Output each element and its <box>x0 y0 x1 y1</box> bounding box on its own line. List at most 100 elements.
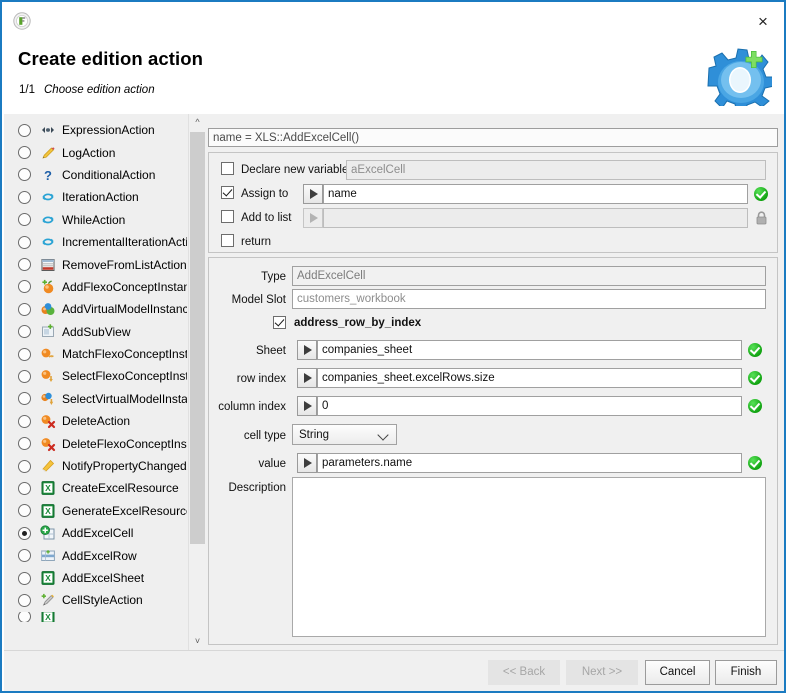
expression-icon <box>40 122 57 138</box>
add-to-list-checkbox[interactable] <box>221 210 234 226</box>
list-item[interactable]: CellStyleAction <box>4 589 187 611</box>
declare-new-variable-checkbox[interactable] <box>221 162 234 178</box>
model-slot-label: Model Slot <box>231 294 286 306</box>
value-binding-button[interactable] <box>297 453 317 473</box>
radio-unselected[interactable] <box>18 190 31 204</box>
orange-ball-delete-icon <box>40 413 57 429</box>
radio-unselected[interactable] <box>18 325 31 339</box>
declare-new-variable-input[interactable]: aExcelCell <box>346 160 766 180</box>
cell-type-select[interactable]: String <box>292 424 397 445</box>
list-item[interactable]: X CreateExcelResource <box>4 477 187 499</box>
list-item-label: DeleteFlexoConceptInstance <box>62 436 187 451</box>
orange-ball-delete-icon <box>40 436 57 452</box>
radio-unselected[interactable] <box>18 235 31 249</box>
excel-cell-plus-icon <box>40 525 57 541</box>
assign-to-binding-button[interactable] <box>303 184 323 204</box>
wizard-step-caption: Choose edition action <box>44 84 155 96</box>
radio-unselected[interactable] <box>18 123 31 137</box>
assign-to-checkbox[interactable] <box>221 186 234 202</box>
description-textarea[interactable] <box>292 477 766 637</box>
list-item[interactable]: IterationAction <box>4 186 187 208</box>
column-index-binding-button[interactable] <box>297 396 317 416</box>
list-item[interactable]: AddVirtualModelInstance <box>4 298 187 320</box>
column-index-input[interactable]: 0 <box>317 396 742 416</box>
row-index-input[interactable]: companies_sheet.excelRows.size <box>317 368 742 388</box>
dialog-header: Create edition action 1/1 Choose edition … <box>4 4 784 115</box>
radio-unselected[interactable] <box>18 213 31 227</box>
list-item[interactable]: AddSubView <box>4 321 187 343</box>
address-row-by-index-checkbox[interactable] <box>273 316 286 332</box>
list-item-label: SelectVirtualModelInstance <box>62 391 187 406</box>
radio-unselected[interactable] <box>18 504 31 518</box>
signature-field[interactable]: name = XLS::AddExcelCell() <box>208 128 778 147</box>
list-item[interactable]: LogAction <box>4 141 187 163</box>
list-item[interactable]: AddExcelCell <box>4 522 187 544</box>
loop-icon <box>40 189 57 205</box>
list-item-label: AddExcelCell <box>62 526 134 541</box>
radio-unselected[interactable] <box>18 369 31 383</box>
radio-unselected[interactable] <box>18 414 31 428</box>
list-item[interactable]: X <box>4 611 187 622</box>
finish-button[interactable]: Finish <box>715 660 777 685</box>
radio-unselected[interactable] <box>18 258 31 272</box>
loop-icon <box>40 234 57 250</box>
list-item[interactable]: SelectVirtualModelInstance <box>4 388 187 410</box>
action-type-list[interactable]: ExpressionAction LogAction? ConditionalAct… <box>4 119 187 650</box>
list-item[interactable]: MatchFlexoConceptInstance <box>4 343 187 365</box>
list-item[interactable]: DeleteFlexoConceptInstance <box>4 432 187 454</box>
radio-unselected[interactable] <box>18 593 31 607</box>
radio-unselected[interactable] <box>18 549 31 563</box>
radio-unselected[interactable] <box>18 437 31 451</box>
assign-to-input[interactable]: name <box>323 184 748 204</box>
radio-unselected[interactable] <box>18 481 31 495</box>
column-index-label: column index <box>218 401 286 413</box>
list-item-label: CellStyleAction <box>62 593 143 608</box>
radio-unselected[interactable] <box>18 168 31 182</box>
list-item[interactable]: ExpressionAction <box>4 119 187 141</box>
create-edition-action-dialog: Create edition action 1/1 Choose edition … <box>0 0 786 693</box>
chevron-down-icon[interactable]: ˅ <box>189 633 206 650</box>
list-item[interactable]: ? ConditionalAction <box>4 164 187 186</box>
return-checkbox[interactable] <box>221 234 234 250</box>
list-remove-icon <box>40 257 57 273</box>
multi-ball-plus-icon <box>40 301 57 317</box>
row-index-binding-button[interactable] <box>297 368 317 388</box>
cancel-button[interactable]: Cancel <box>645 660 710 685</box>
list-item[interactable]: IncrementalIterationAction <box>4 231 187 253</box>
radio-unselected[interactable] <box>18 611 31 622</box>
close-icon[interactable]: × <box>750 9 776 35</box>
radio-unselected[interactable] <box>18 347 31 361</box>
list-item[interactable]: RemoveFromListAction <box>4 253 187 275</box>
radio-unselected[interactable] <box>18 392 31 406</box>
value-input[interactable]: parameters.name <box>317 453 742 473</box>
list-item[interactable]: WhileAction <box>4 209 187 231</box>
list-item-label: MatchFlexoConceptInstance <box>62 347 187 362</box>
sheet-binding-button[interactable] <box>297 340 317 360</box>
list-item[interactable]: X AddExcelSheet <box>4 567 187 589</box>
question-mark-icon: ? <box>40 167 57 183</box>
model-slot-input[interactable]: customers_workbook <box>292 289 766 309</box>
radio-selected[interactable] <box>18 526 31 540</box>
chevron-up-icon[interactable]: ^ <box>189 114 206 131</box>
list-item[interactable]: X GenerateExcelResource <box>4 500 187 522</box>
sidebar-scrollbar[interactable]: ^ ˅ <box>188 114 206 650</box>
radio-unselected[interactable] <box>18 280 31 294</box>
scrollbar-thumb[interactable] <box>190 132 205 544</box>
list-item-label: ConditionalAction <box>62 167 156 182</box>
list-item-label: AddFlexoConceptInstance <box>62 279 187 294</box>
list-item[interactable]: SelectFlexoConceptInstance <box>4 365 187 387</box>
excel-icon: X <box>40 611 57 622</box>
radio-unselected[interactable] <box>18 571 31 585</box>
list-item-label: AddSubView <box>62 324 131 339</box>
radio-unselected[interactable] <box>18 459 31 473</box>
add-to-list-input <box>323 208 748 228</box>
list-item[interactable]: NotifyPropertyChangedAction <box>4 455 187 477</box>
sheet-input[interactable]: companies_sheet <box>317 340 742 360</box>
radio-unselected[interactable] <box>18 146 31 160</box>
list-item[interactable]: DeleteAction <box>4 410 187 432</box>
value-label: value <box>258 458 287 470</box>
svg-text:X: X <box>45 483 51 493</box>
list-item[interactable]: AddExcelRow <box>4 544 187 566</box>
list-item[interactable]: AddFlexoConceptInstance <box>4 276 187 298</box>
radio-unselected[interactable] <box>18 302 31 316</box>
